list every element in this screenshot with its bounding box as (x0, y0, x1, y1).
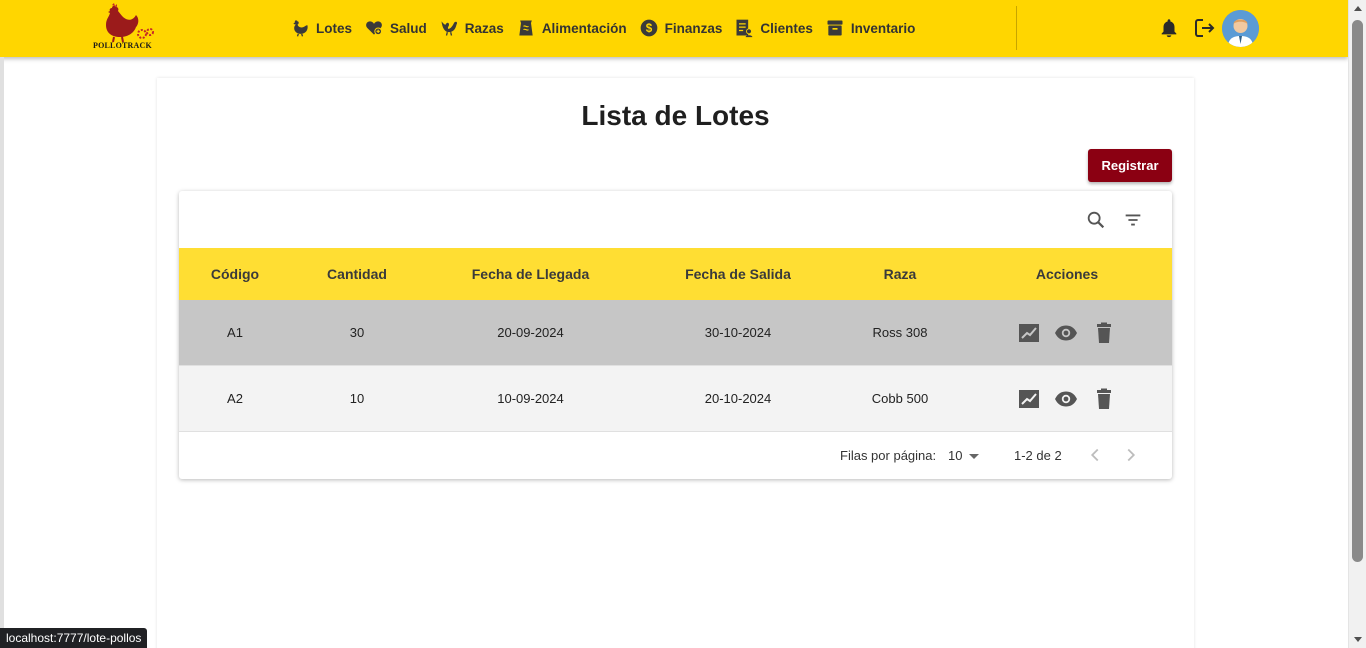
table-header: Código Cantidad Fecha de Llegada Fecha d… (179, 248, 1172, 300)
rows-per-page-select[interactable]: 10 (948, 448, 962, 463)
cell-cantidad: 10 (349, 391, 365, 406)
nav-label: Finanzas (664, 20, 723, 36)
table-row[interactable]: A2 10 10-09-2024 20-10-2024 Cobb 500 (179, 366, 1172, 432)
column-header-fecha-salida[interactable]: Fecha de Salida (638, 248, 838, 300)
cell-fecha-llegada: 20-09-2024 (497, 325, 564, 340)
eye-icon[interactable] (1054, 321, 1078, 345)
user-avatar[interactable] (1222, 10, 1259, 47)
main-nav: Lotes Salud Razas Alimentación $ Finanza… (290, 16, 927, 40)
browser-status-url: localhost:7777/lote-pollos (0, 628, 148, 648)
chevron-left-icon[interactable] (1084, 444, 1106, 466)
health-heart-icon (366, 21, 383, 36)
rows-per-page-label: Filas por página: (840, 448, 937, 463)
nav-label: Lotes (316, 20, 353, 36)
column-header-codigo[interactable]: Código (179, 248, 291, 300)
filter-icon[interactable] (1122, 209, 1144, 231)
hen-logo-icon (106, 3, 154, 43)
nav-label: Clientes (760, 20, 813, 36)
nav-item-finanzas[interactable]: $ Finanzas (639, 18, 723, 38)
cell-fecha-salida: 30-10-2024 (704, 325, 772, 340)
search-icon[interactable] (1085, 209, 1107, 231)
logout-icon[interactable] (1193, 16, 1217, 40)
cell-raza: Ross 308 (872, 325, 928, 340)
nav-item-alimentacion[interactable]: Alimentación (516, 18, 627, 38)
scroll-thumb[interactable] (1352, 20, 1363, 562)
cell-cantidad: 30 (349, 325, 365, 340)
bell-icon[interactable] (1158, 17, 1180, 39)
cell-fecha-llegada: 10-09-2024 (497, 391, 564, 406)
clients-doc-icon (736, 19, 753, 38)
archive-box-icon (827, 20, 843, 36)
chevron-right-icon[interactable] (1120, 444, 1142, 466)
rooster-icon (441, 21, 457, 36)
cell-codigo: A1 (227, 325, 243, 340)
table-pagination: Filas por página: 10 1-2 de 2 (179, 432, 1172, 479)
column-header-cantidad[interactable]: Cantidad (291, 248, 423, 300)
nav-item-clientes[interactable]: Clientes (734, 18, 813, 38)
nav-label: Razas (464, 20, 504, 36)
cell-raza: Cobb 500 (871, 391, 929, 406)
lotes-table: Código Cantidad Fecha de Llegada Fecha d… (179, 191, 1172, 479)
scroll-down-arrow[interactable] (1354, 637, 1362, 642)
page-title: Lista de Lotes (581, 100, 770, 131)
register-button[interactable]: Registrar (1088, 149, 1172, 182)
trending-chart-icon[interactable] (1017, 387, 1041, 411)
top-app-bar: POLLOTRACK Lotes Salud Razas Alimentació… (0, 0, 1348, 57)
nav-label: Salud (390, 20, 427, 36)
scroll-up-arrow[interactable] (1354, 6, 1362, 11)
pollotrack-logo[interactable]: POLLOTRACK (92, 3, 156, 50)
trash-icon[interactable] (1092, 321, 1116, 345)
column-header-acciones: Acciones (1035, 266, 1099, 282)
logo-text: POLLOTRACK (93, 41, 152, 50)
dollar-icon: $ (640, 19, 657, 37)
nav-item-lotes[interactable]: Lotes (290, 18, 352, 38)
user-avatar-icon (1222, 10, 1259, 47)
chicken-icon (293, 20, 308, 37)
table-row[interactable]: A1 30 20-09-2024 30-10-2024 Ross 308 (179, 300, 1172, 366)
nav-label: Alimentación (541, 20, 627, 36)
feed-bag-icon (519, 20, 533, 36)
column-header-fecha-llegada[interactable]: Fecha de Llegada (423, 248, 638, 300)
page-scrollbar[interactable] (1348, 0, 1366, 648)
trending-chart-icon[interactable] (1017, 321, 1041, 345)
pagination-range: 1-2 de 2 (1014, 448, 1062, 463)
cell-codigo: A2 (227, 391, 243, 406)
column-header-raza[interactable]: Raza (838, 248, 962, 300)
nav-item-inventario[interactable]: Inventario (825, 18, 916, 38)
main-content-card: Lista de Lotes Registrar Código Cantidad… (157, 78, 1194, 648)
eye-icon[interactable] (1054, 387, 1078, 411)
nav-item-salud[interactable]: Salud (364, 18, 427, 38)
chevron-down-icon[interactable] (969, 454, 979, 459)
nav-item-razas[interactable]: Razas (439, 18, 504, 38)
svg-text:$: $ (645, 22, 652, 35)
cell-fecha-salida: 20-10-2024 (704, 391, 772, 406)
trash-icon[interactable] (1092, 387, 1116, 411)
nav-divider (1016, 6, 1017, 50)
nav-label: Inventario (850, 20, 916, 36)
left-window-edge (0, 57, 4, 648)
